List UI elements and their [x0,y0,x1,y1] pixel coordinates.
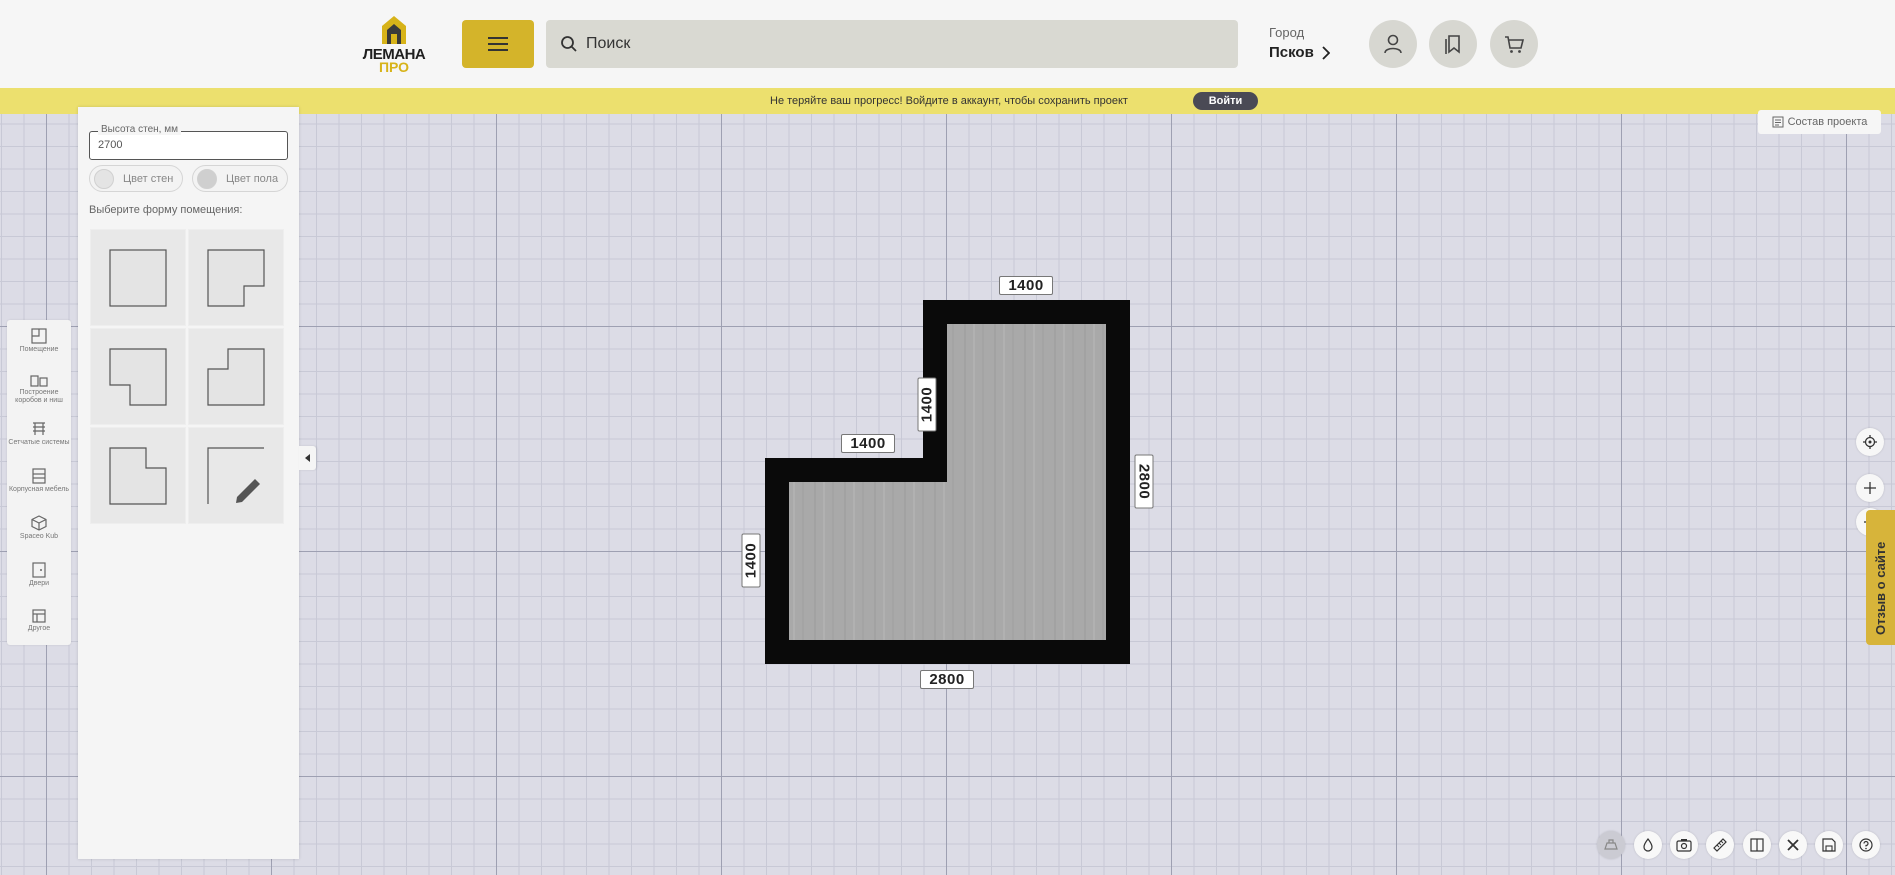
dimension-inner-horizontal[interactable]: 1400 [841,434,895,453]
dimension-bottom[interactable]: 2800 [920,670,974,689]
shape-l-bottom-right[interactable] [188,229,284,326]
wall-height-value[interactable]: 2700 [98,139,122,151]
room-floor[interactable] [789,324,1106,640]
floor-color-button[interactable]: Цвет пола [192,165,288,192]
dropper-icon [1643,838,1653,852]
shape-custom-draw[interactable] [188,427,284,524]
dropper-button[interactable] [1634,831,1662,859]
help-icon [1859,838,1873,852]
wall-height-label: Высота стен, мм [98,124,181,135]
shape-rectangle[interactable] [90,229,186,326]
tool-cabinet[interactable]: Корпусная мебель [7,468,71,494]
cube-icon [31,515,47,531]
pencil-draw-icon [207,446,264,504]
zoom-in-button[interactable] [1856,474,1884,502]
shape-l-top-left[interactable] [188,328,284,425]
l-shape-icon [109,347,167,406]
chevron-left-icon [304,454,310,462]
feedback-label: Отзыв о сайте [1873,541,1888,635]
door-frame-icon [1750,838,1764,852]
dimension-right[interactable]: 2800 [1134,454,1154,509]
collapse-panel-button[interactable] [299,446,316,470]
project-contents-button[interactable]: Состав проекта [1758,110,1881,134]
tool-mesh[interactable]: Сетчатые системы [7,421,71,447]
shape-l-top-right[interactable] [90,427,186,524]
left-toolbar: Помещение Построение коробов и ниш Сетча… [7,320,71,645]
other-icon [32,609,46,623]
tool-cube[interactable]: Spaceo Kub [7,515,71,541]
cabinet-icon [32,468,46,484]
tool-mesh-label: Сетчатые системы [8,439,70,446]
boxes-icon [30,375,48,387]
tool-cube-label: Spaceo Kub [19,533,59,540]
tool-cabinet-label: Корпусная мебель [8,486,70,493]
target-icon [1863,435,1877,449]
floor-color-label: Цвет пола [226,172,279,185]
door-icon [32,562,46,578]
3d-view-icon [1604,839,1618,850]
mesh-system-icon [33,422,45,435]
dimension-left[interactable]: 1400 [741,533,761,588]
door-frame-button[interactable] [1743,831,1771,859]
help-button[interactable] [1852,831,1880,859]
save-icon [1822,838,1836,852]
rectangle-shape-icon [109,248,167,307]
l-shape-icon [207,248,265,307]
project-contents-label: Состав проекта [1787,116,1868,128]
3d-view-button[interactable] [1597,831,1625,859]
tool-other-label: Другое [27,625,51,632]
ruler-button[interactable] [1706,831,1734,859]
tool-boxes[interactable]: Построение коробов и ниш [7,375,71,405]
wall-color-button[interactable]: Цвет стен [89,165,183,192]
list-icon [1772,116,1784,128]
room-icon [31,328,47,344]
l-shape-icon [109,446,167,505]
tools-button[interactable] [1779,831,1807,859]
shape-title: Выберите форму помещения: [89,204,243,216]
wall-color-swatch [94,168,114,189]
save-button[interactable] [1815,831,1843,859]
center-view-button[interactable] [1856,428,1884,456]
tool-boxes-label: Построение коробов и ниш [15,389,63,404]
floor-color-swatch [197,168,217,189]
tool-room[interactable]: Помещение [7,328,71,354]
tools-icon [1787,839,1799,851]
l-shape-icon [207,347,265,406]
feedback-tab[interactable]: Отзыв о сайте [1866,510,1895,645]
screenshot-icon [1676,839,1692,852]
wall-color-label: Цвет стен [123,172,174,185]
tool-room-label: Помещение [19,346,59,353]
screenshot-button[interactable] [1670,831,1698,859]
dimension-top[interactable]: 1400 [999,276,1053,295]
shape-l-bottom-left[interactable] [90,328,186,425]
ruler-icon [1713,838,1727,852]
dimension-inner-vertical[interactable]: 1400 [917,377,937,432]
tool-doors[interactable]: Двери [7,562,71,588]
plus-icon [1864,482,1876,494]
tool-doors-label: Двери [28,580,50,587]
room-settings-panel: Высота стен, мм 2700 Цвет стен Цвет пола… [78,107,299,859]
wall-height-field[interactable]: Высота стен, мм 2700 [89,124,288,160]
tool-other[interactable]: Другое [7,609,71,633]
